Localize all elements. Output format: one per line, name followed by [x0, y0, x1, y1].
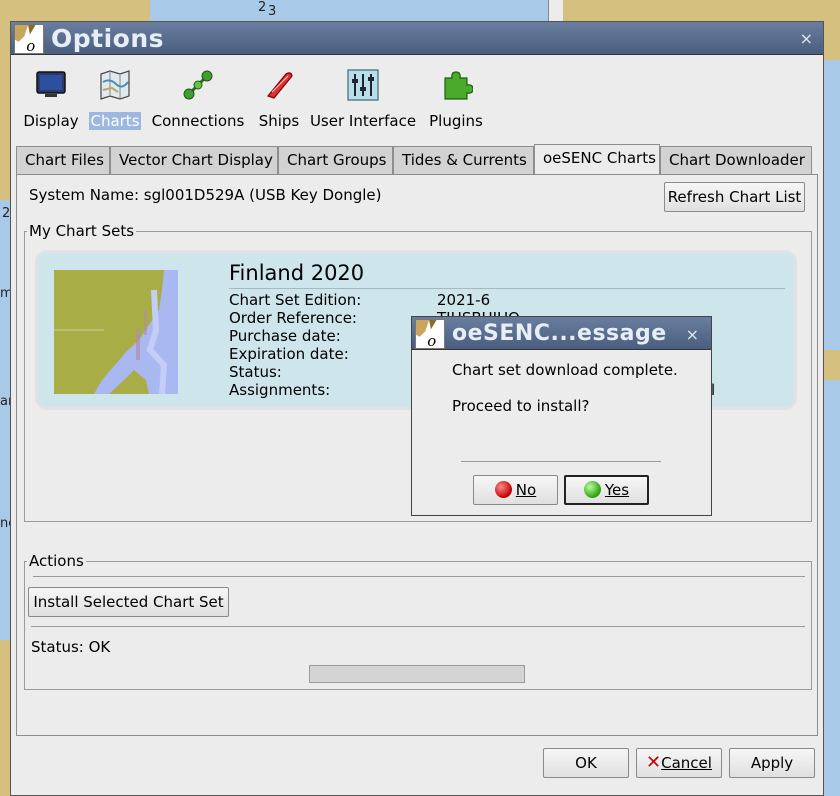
tab-chart-groups[interactable]: Chart Groups	[278, 146, 393, 174]
dialog-titlebar[interactable]: o oeSENC...essage ×	[412, 317, 711, 350]
opencpn-app-icon: o	[415, 319, 445, 349]
toolbar-user-interface[interactable]: User Interface	[309, 68, 417, 130]
system-name-label: System Name: sgl001D529A (USB Key Dongle…	[29, 186, 382, 204]
monitor-icon	[36, 71, 66, 97]
my-chart-sets-label: My Chart Sets	[27, 222, 137, 240]
status-label: Status: OK	[31, 638, 111, 656]
svg-text:o: o	[427, 332, 436, 348]
dialog-title: oeSENC...essage	[452, 321, 667, 346]
chart-set-name: Finland 2020	[229, 261, 365, 285]
tab-chart-files[interactable]: Chart Files	[16, 146, 110, 174]
field-label: Order Reference:	[229, 309, 357, 327]
chart-set-divider	[229, 288, 785, 289]
ship-icon	[266, 72, 293, 99]
ok-button[interactable]: OK	[543, 748, 629, 778]
toolbar-charts-label: Charts	[89, 112, 141, 130]
yes-label: Yes	[604, 481, 630, 499]
install-progress-bar	[309, 665, 525, 683]
actions-divider	[33, 576, 805, 577]
tab-oesenc-charts[interactable]: oeSENC Charts	[534, 144, 660, 175]
actions-group: Actions Install Selected Chart Set Statu…	[24, 552, 812, 690]
apply-button[interactable]: Apply	[729, 748, 815, 778]
field-label: Purchase date:	[229, 327, 341, 345]
field-label: Assignments:	[229, 381, 331, 399]
puzzle-icon	[444, 71, 473, 100]
toolbar-display-label: Display	[23, 112, 79, 130]
status-divider	[31, 626, 805, 627]
toolbar-connections[interactable]: Connections	[151, 68, 245, 130]
refresh-chart-list-button[interactable]: Refresh Chart List	[664, 182, 805, 212]
map-label: 2	[258, 0, 267, 15]
toolbar-display[interactable]: Display	[23, 68, 79, 130]
actions-label: Actions	[27, 552, 86, 570]
cancel-label: Cancel	[661, 754, 712, 772]
toolbar-plugins[interactable]: Plugins	[426, 68, 486, 130]
install-selected-chart-set-button[interactable]: Install Selected Chart Set	[28, 587, 229, 617]
yes-green-dot-icon	[583, 481, 601, 498]
dialog-message: Chart set download complete.	[452, 361, 678, 379]
opencpn-app-icon: o	[14, 24, 44, 54]
options-titlebar[interactable]: o Options ×	[11, 22, 823, 55]
toolbar-ships-label: Ships	[258, 112, 300, 130]
no-button[interactable]: No	[473, 475, 558, 505]
field-label: Status:	[229, 363, 282, 381]
map-label: 3	[268, 4, 277, 19]
connections-icon	[183, 70, 213, 100]
tab-chart-downloader[interactable]: Chart Downloader	[660, 146, 812, 174]
toolbar-ships[interactable]: Ships	[255, 68, 303, 130]
field-label: Chart Set Edition:	[229, 291, 362, 309]
toolbar-charts[interactable]: Charts	[89, 68, 141, 130]
toolbar-connections-label: Connections	[151, 112, 245, 130]
cancel-button[interactable]: ✕Cancel	[636, 748, 722, 778]
message-dialog: o oeSENC...essage × Chart set download c…	[411, 316, 712, 516]
tab-vector-chart-display[interactable]: Vector Chart Display	[110, 146, 278, 174]
dialog-question: Proceed to install?	[452, 397, 590, 415]
close-icon[interactable]: ×	[686, 325, 699, 344]
tab-tides-currents[interactable]: Tides & Currents	[393, 146, 534, 174]
chart-map-icon	[100, 70, 130, 100]
dialog-divider	[461, 461, 661, 462]
close-icon[interactable]: ×	[800, 29, 813, 48]
cancel-x-icon: ✕	[646, 752, 662, 773]
toolbar-plugins-label: Plugins	[429, 112, 483, 130]
no-label: No	[515, 481, 537, 499]
field-value: 2021-6	[437, 291, 491, 309]
yes-button[interactable]: Yes	[564, 475, 649, 505]
sliders-icon	[347, 69, 379, 101]
no-red-dot-icon	[494, 481, 512, 498]
field-label: Expiration date:	[229, 345, 349, 363]
chart-set-thumbnail	[54, 270, 178, 394]
window-title: Options	[51, 24, 165, 53]
toolbar-user-interface-label: User Interface	[309, 112, 417, 130]
svg-text:o: o	[26, 37, 35, 53]
